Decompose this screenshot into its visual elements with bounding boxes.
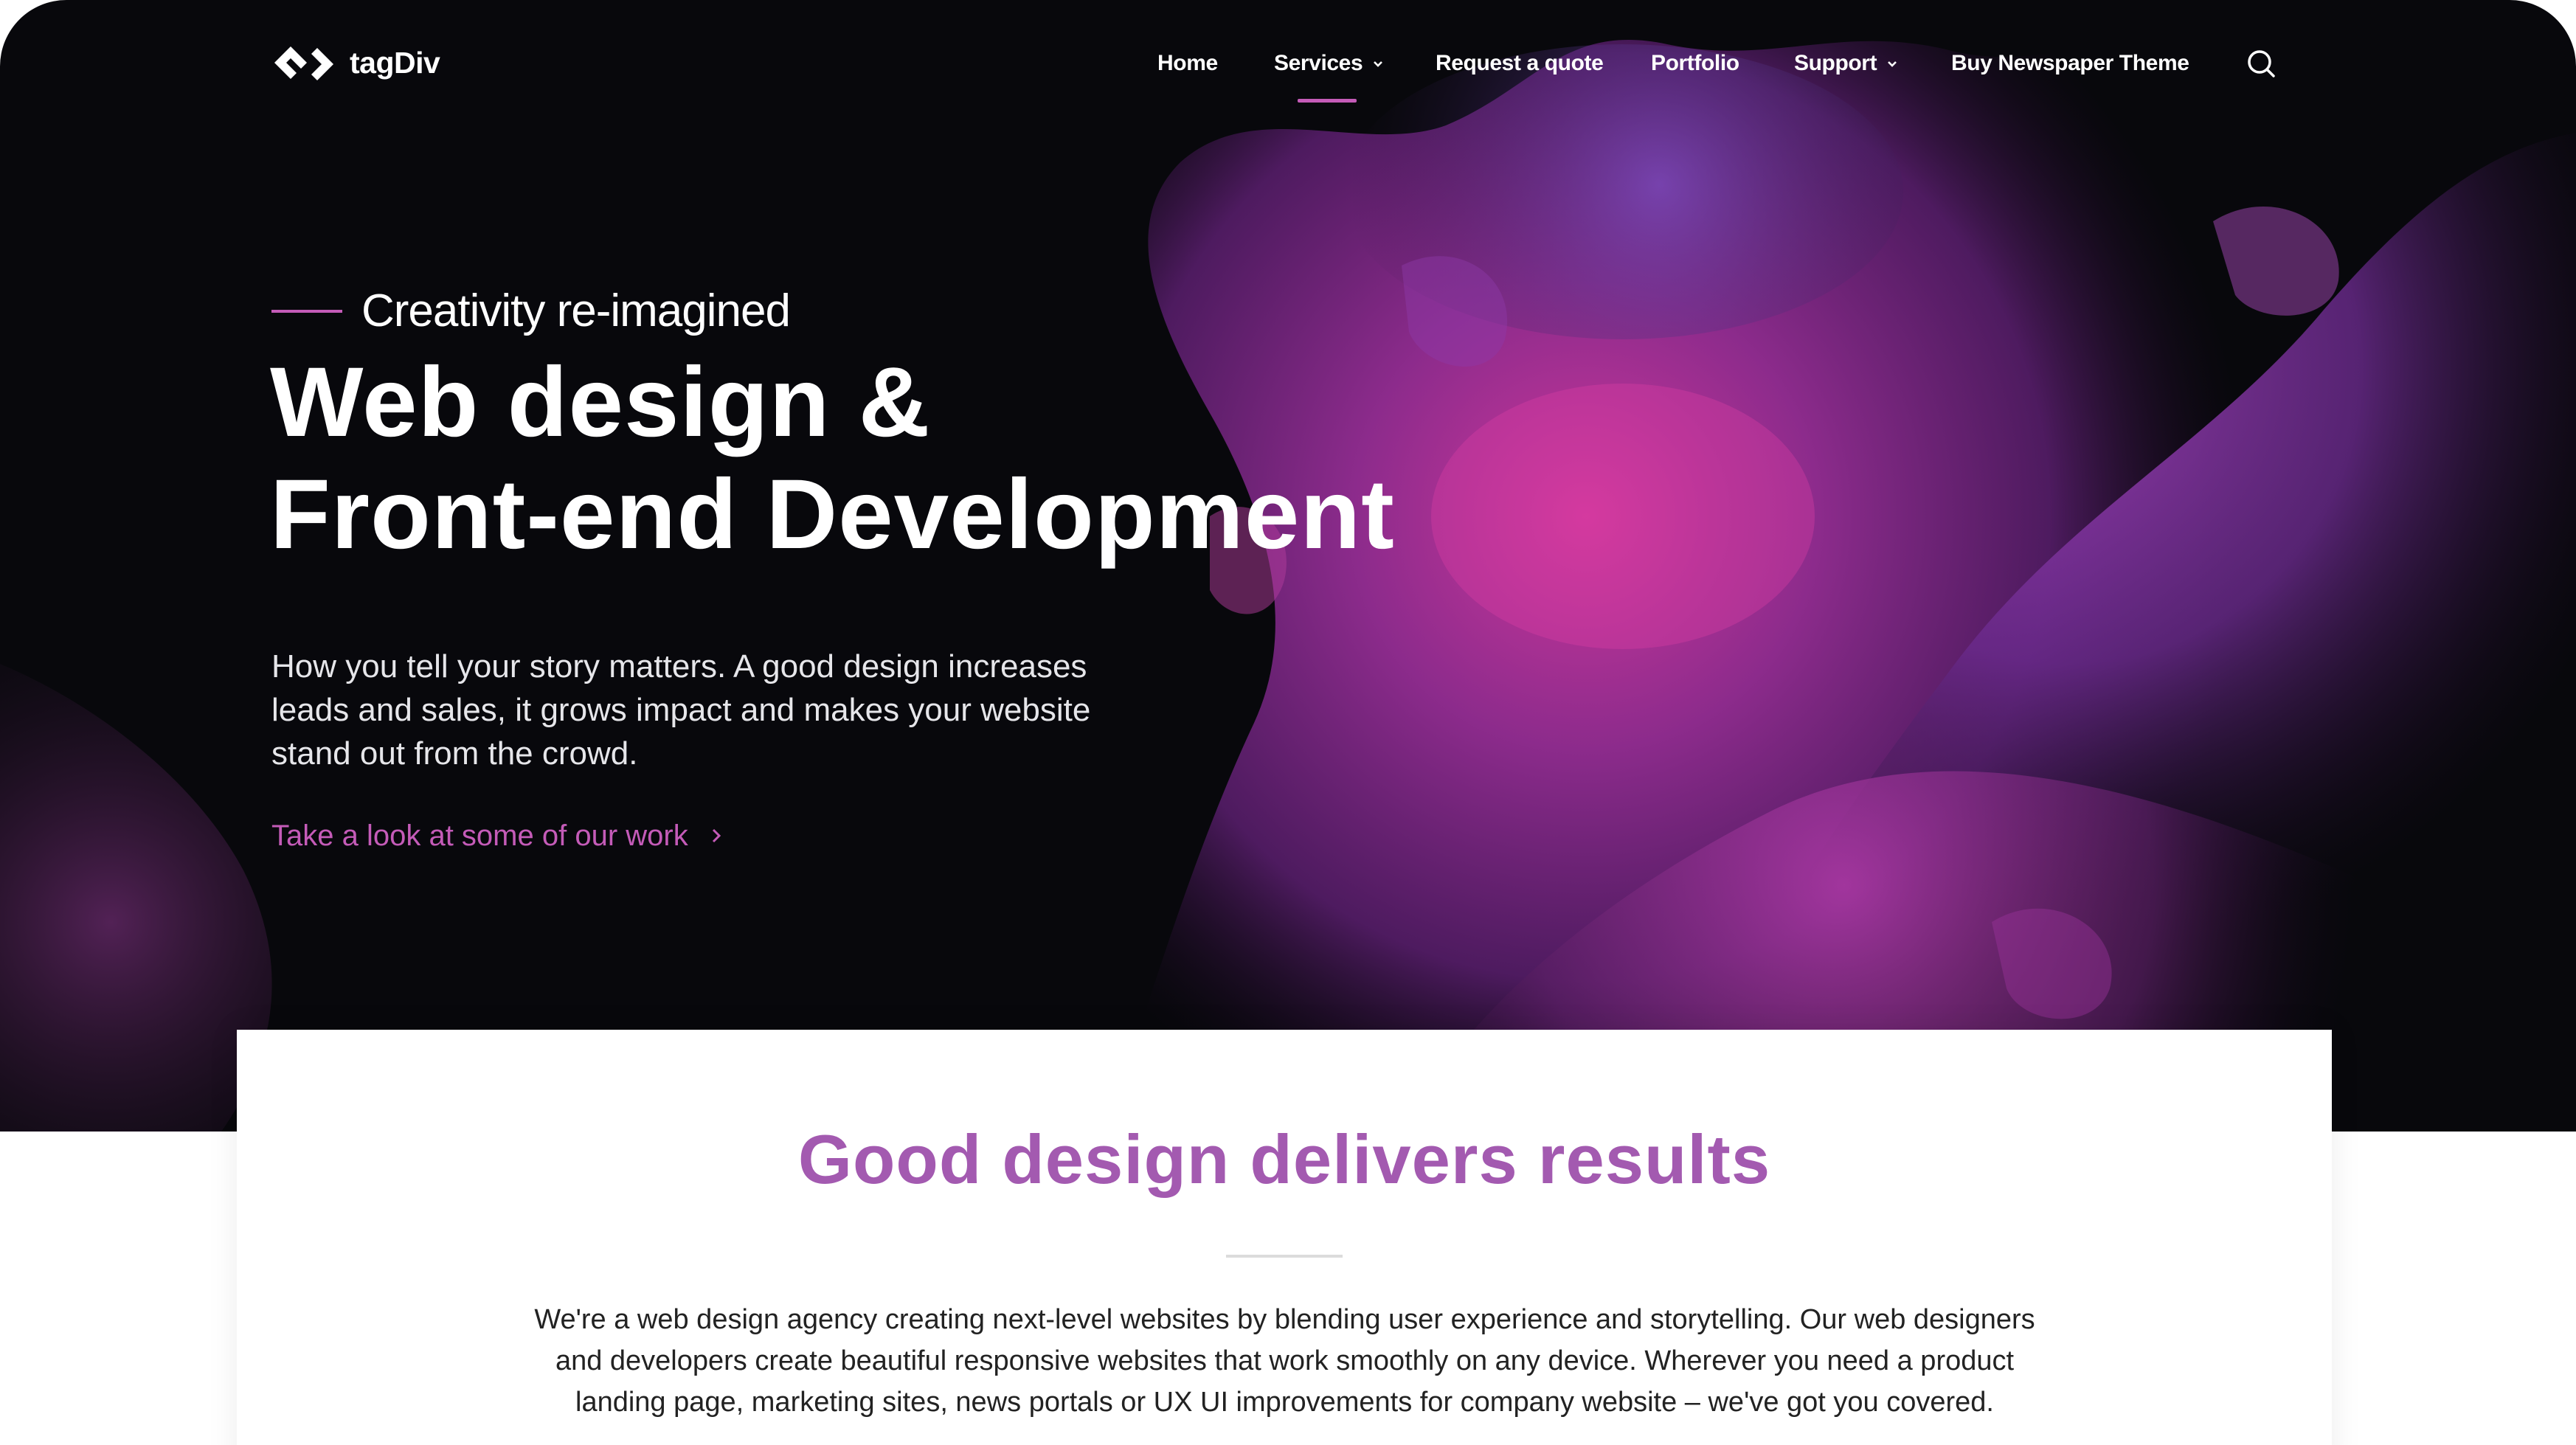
- active-nav-indicator: [1298, 99, 1357, 103]
- eyebrow-text: Creativity re-imagined: [361, 285, 791, 336]
- chevron-right-icon: [712, 828, 721, 843]
- nav-label: Support: [1794, 51, 1877, 75]
- eyebrow-accent-line: [271, 310, 342, 313]
- section-body: We're a web design agency creating next-…: [534, 1304, 2035, 1418]
- nav-label: Portfolio: [1651, 51, 1739, 75]
- nav-request-a-quote[interactable]: Request a quote: [1436, 46, 1604, 81]
- nav-services[interactable]: Services: [1274, 46, 1385, 81]
- site-header: tagDiv Home Services Request a quote Por…: [0, 0, 2576, 129]
- nav-label: Services: [1274, 51, 1363, 75]
- hero-title: Web design & Front-end Development: [270, 347, 1395, 571]
- section-title: Good design delivers results: [797, 1120, 1771, 1198]
- hero-description: How you tell your story matters. A good …: [271, 648, 1091, 772]
- chevron-down-icon: [1374, 61, 1383, 67]
- chevron-down-icon: [1888, 61, 1897, 67]
- nav-buy-newspaper-theme[interactable]: Buy Newspaper Theme: [1951, 46, 2189, 81]
- search-icon[interactable]: [2245, 47, 2277, 80]
- portfolio-link[interactable]: Take a look at some of our work: [271, 815, 725, 856]
- nav-label: Home: [1157, 51, 1218, 75]
- page: tagDiv Home Services Request a quote Por…: [0, 0, 2576, 1445]
- section-divider: [1226, 1255, 1343, 1258]
- hero-title-line-2: Front-end Development: [270, 460, 1395, 569]
- main-navigation: Home Services Request a quote Portfolio …: [0, 46, 2576, 90]
- hero-title-line-1: Web design &: [270, 347, 931, 457]
- nav-label: Request a quote: [1436, 51, 1604, 75]
- nav-home[interactable]: Home: [1157, 46, 1218, 81]
- nav-portfolio[interactable]: Portfolio: [1651, 46, 1739, 81]
- nav-support[interactable]: Support: [1794, 46, 1899, 81]
- nav-label: Buy Newspaper Theme: [1951, 51, 2189, 75]
- hero-eyebrow: Creativity re-imagined: [271, 282, 791, 341]
- portfolio-link-label: Take a look at some of our work: [271, 819, 688, 852]
